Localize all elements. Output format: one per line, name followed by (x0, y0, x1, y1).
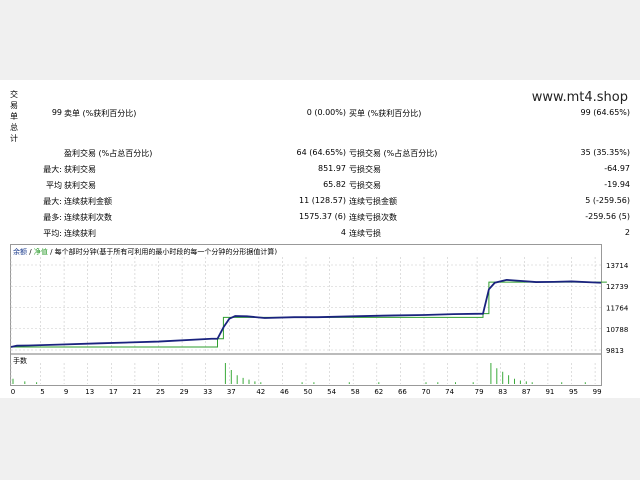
stats-row: 最大: 连续获利金额 11 (128.57) 连续亏损金额 5 (-259.56… (43, 196, 630, 206)
x-tick-label: 66 (398, 388, 407, 396)
y-tick-label: 10788 (606, 326, 628, 334)
x-tick-label: 58 (351, 388, 360, 396)
x-tick-label: 46 (280, 388, 289, 396)
x-tick-label: 21 (132, 388, 141, 396)
x-tick-label: 79 (475, 388, 484, 396)
x-tick-label: 62 (374, 388, 383, 396)
x-tick-label: 33 (203, 388, 212, 396)
x-tick-label: 54 (327, 388, 336, 396)
x-tick-label: 42 (256, 388, 265, 396)
x-tick-label: 95 (569, 388, 578, 396)
x-tick-label: 0 (11, 388, 15, 396)
x-tick-label: 83 (498, 388, 507, 396)
x-tick-label: 70 (422, 388, 431, 396)
x-tick-label: 50 (304, 388, 313, 396)
x-tick-label: 37 (227, 388, 236, 396)
x-tick-label: 13 (85, 388, 94, 396)
x-tick-label: 87 (522, 388, 531, 396)
x-tick-label: 29 (180, 388, 189, 396)
stats-row: 最大: 获利交易 851.97 亏损交易 -64.97 (43, 164, 630, 174)
stats-row: 盈利交易 (%占总百分比) 64 (64.65%) 亏损交易 (%占总百分比) … (64, 148, 630, 158)
x-tick-label: 25 (156, 388, 165, 396)
y-tick-label: 12739 (606, 283, 628, 291)
x-tick-label: 9 (64, 388, 68, 396)
stats-row: 平均: 连续获利 4 连续亏损 2 (43, 228, 630, 238)
report-panel: 交 易 单 总 计 www.mt4.shop 99 卖单 (%获利百分比) 0 … (0, 80, 640, 398)
stats-row: 平均 获利交易 65.82 亏损交易 -19.94 (46, 180, 630, 190)
y-tick-label: 9813 (606, 347, 624, 355)
balance-chart-panel: 余额 / 净值 / 每个部时分钟(基于所有可利用的最小时段的每一个分钟的分形据值… (10, 244, 629, 396)
stats-row: 最多: 连续获利次数 1575.37 (6) 连续亏损次数 -259.56 (5… (43, 212, 630, 222)
site-watermark: www.mt4.shop (531, 90, 628, 105)
x-tick-label: 91 (545, 388, 554, 396)
stats-row: 99 卖单 (%获利百分比) 0 (0.00%) 买单 (%获利百分比) 99 … (51, 108, 630, 118)
x-tick-label: 74 (445, 388, 454, 396)
y-tick-label: 11764 (606, 304, 629, 312)
x-tick-label: 5 (40, 388, 44, 396)
x-tick-label: 99 (593, 388, 602, 396)
equity-line (11, 281, 607, 348)
y-tick-label: 13714 (606, 262, 629, 270)
chart-svg: 13714 12739 11764 10788 9813 0 5 9 13 17 21 25 29 33 3… (10, 257, 629, 396)
x-tick-label: 17 (109, 388, 118, 396)
